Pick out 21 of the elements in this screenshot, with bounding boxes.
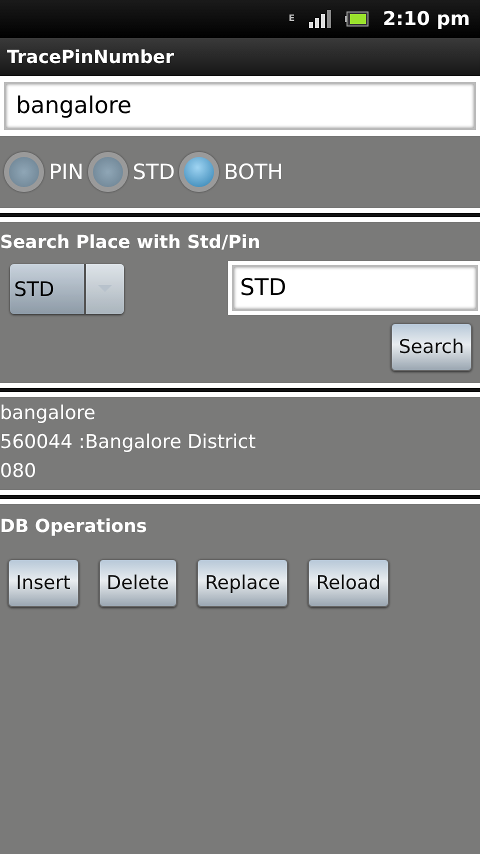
battery-icon [344,11,369,27]
mode-radio-button[interactable]: BOTH [178,152,284,192]
db-operation-button[interactable]: Replace [196,559,288,607]
search-button[interactable]: Search [390,323,472,371]
result-line: 560044 :Bangalore District [0,430,257,455]
signal-icon [308,10,331,28]
mode-radio-button[interactable]: STD [88,152,175,192]
app-title: TracePinNumber [7,46,174,68]
db-operation-button[interactable]: Delete [98,559,177,607]
db-operation-button[interactable]: Reload [308,559,389,607]
result-line: 080 [0,459,38,484]
clock: 2:10 pm [382,8,470,30]
network-type-icon: E [288,14,295,24]
code-input-field[interactable]: STD [232,265,478,311]
db-operation-button[interactable]: Insert [8,559,78,607]
mode-radio-button[interactable]: PIN [4,152,84,192]
section-heading: Search Place with Std/Pin [0,232,262,253]
section-heading: DB Operations [0,516,148,537]
type-dropdown[interactable]: STD [10,264,124,314]
result-line: bangalore [0,401,96,426]
place-input-field[interactable]: bangalore [4,82,476,130]
